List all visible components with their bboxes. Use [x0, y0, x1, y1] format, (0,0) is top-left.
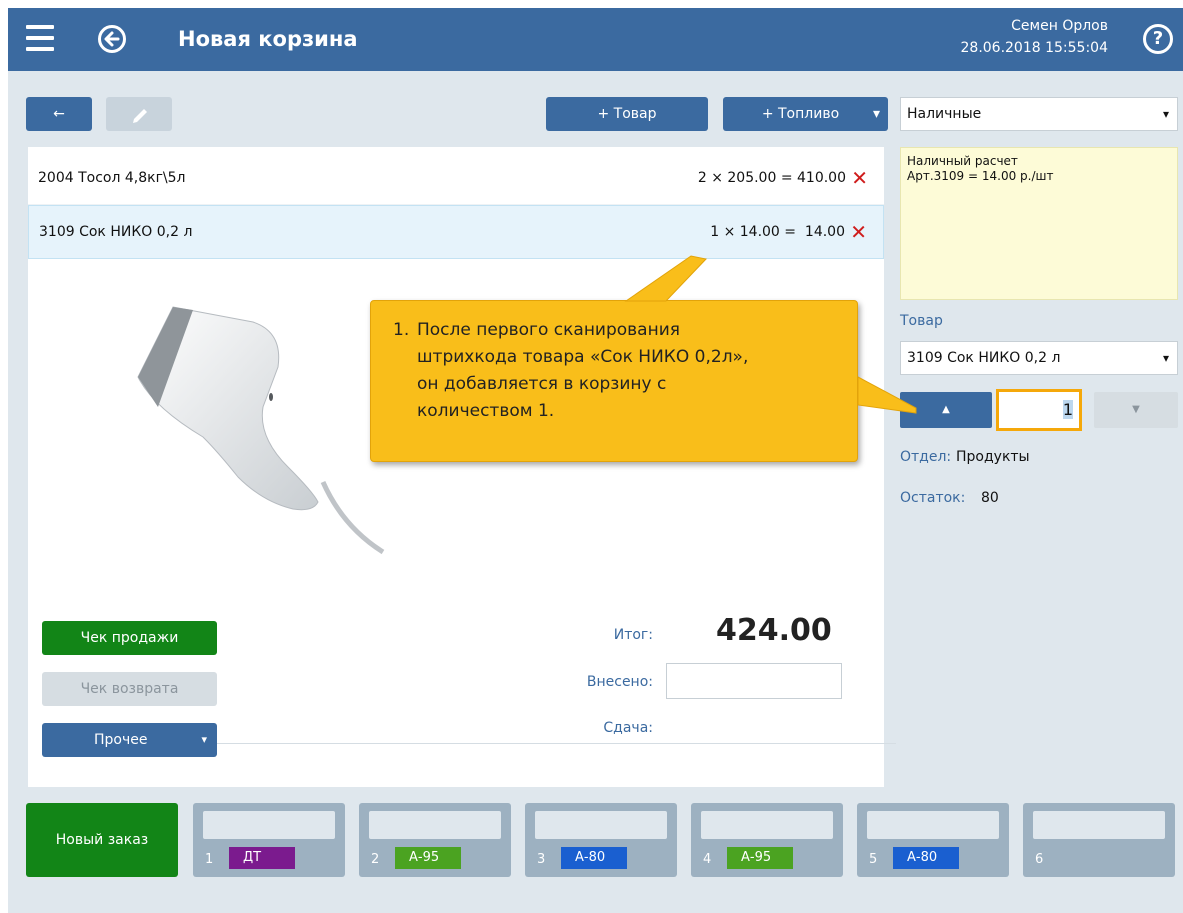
quantity-value: 1	[1062, 400, 1073, 419]
cart-row[interactable]: 2004 Тосол 4,8кг\5л 2 × 205.00 = 410.00 …	[28, 151, 884, 205]
product-select-value: 3109 Сок НИКО 0,2 л	[907, 350, 1061, 366]
cart-item-calc: 2 × 205.00 = 410.00	[697, 170, 846, 186]
add-fuel-label: + Топливо	[761, 106, 840, 122]
fuel-badge: ДТ	[229, 847, 295, 869]
back-circle-icon[interactable]	[98, 25, 126, 53]
new-order-button[interactable]: Новый заказ	[26, 803, 178, 877]
total-label: Итог:	[613, 627, 653, 643]
callout-line: После первого сканирования	[417, 320, 680, 340]
order-slot	[1033, 811, 1165, 839]
order-tab-5[interactable]: 5 А-80	[857, 803, 1009, 877]
delete-icon[interactable]: ✕	[851, 166, 868, 190]
app-window: Новая корзина Семен Орлов 28.06.2018 15:…	[8, 8, 1183, 913]
stock-value: 80	[981, 490, 999, 506]
quantity-decrease-button[interactable]: ▼	[1094, 392, 1178, 428]
info-note: Наличный расчет Арт.3109 = 14.00 р./шт	[900, 147, 1178, 300]
cart-item-name: 2004 Тосол 4,8кг\5л	[38, 170, 186, 186]
order-slot	[535, 811, 667, 839]
callout-line: количеством 1.	[417, 401, 555, 421]
payment-select[interactable]: Наличные ▾	[900, 97, 1178, 131]
chevron-down-icon: ▾	[1162, 351, 1169, 365]
delete-icon[interactable]: ✕	[850, 220, 867, 244]
cart-row-selected[interactable]: 3109 Сок НИКО 0,2 л 1 × 14.00 = 14.00 ✕	[28, 205, 884, 259]
callout-line: он добавляется в корзину с	[417, 374, 667, 394]
note-line: Наличный расчет	[907, 154, 1018, 168]
chevron-down-icon: ▾	[201, 733, 207, 746]
barcode-scanner-image	[137, 306, 385, 555]
order-number: 2	[371, 852, 380, 867]
order-number: 3	[537, 852, 546, 867]
change-label: Сдача:	[603, 720, 653, 736]
back-button[interactable]: ←	[26, 97, 92, 131]
chevron-down-icon: ▾	[872, 106, 880, 122]
paid-input[interactable]	[666, 663, 842, 699]
return-receipt-button[interactable]: Чек возврата	[42, 672, 217, 706]
product-label: Товар	[900, 313, 943, 329]
help-icon[interactable]: ?	[1143, 24, 1173, 54]
order-tab-6[interactable]: 6	[1023, 803, 1175, 877]
paid-label: Внесено:	[586, 674, 653, 690]
order-slot	[369, 811, 501, 839]
cart-item-calc: 1 × 14.00 = 14.00	[710, 224, 845, 240]
department-label: Отдел:	[900, 449, 952, 465]
sale-receipt-button[interactable]: Чек продажи	[42, 621, 217, 655]
other-button[interactable]: Прочее ▾	[42, 723, 217, 757]
menu-icon[interactable]	[26, 25, 54, 51]
department-value: Продукты	[956, 449, 1030, 465]
datetime: 28.06.2018 15:55:04	[960, 40, 1109, 56]
payment-select-value: Наличные	[907, 106, 982, 122]
total-value: 424.00	[716, 613, 832, 648]
order-number: 6	[1035, 852, 1044, 867]
pencil-icon	[133, 109, 147, 123]
product-select[interactable]: 3109 Сок НИКО 0,2 л ▾	[900, 341, 1178, 375]
callout-number: 1.	[393, 320, 410, 340]
callout-line: штрихкода товара «Сок НИКО 0,2л»,	[417, 347, 749, 367]
stock-label: Остаток:	[900, 490, 966, 506]
callout-pointer	[624, 255, 917, 414]
order-tab-2[interactable]: 2 А-95	[359, 803, 511, 877]
order-number: 4	[703, 852, 712, 867]
arrow-left-icon: ←	[53, 106, 65, 122]
edit-button[interactable]	[106, 97, 172, 131]
order-tab-4[interactable]: 4 А-95	[691, 803, 843, 877]
page-title: Новая корзина	[178, 27, 358, 51]
user-name: Семен Орлов	[1011, 18, 1108, 34]
quantity-input[interactable]: 1	[996, 389, 1082, 431]
order-number: 5	[869, 852, 878, 867]
chevron-down-icon: ▾	[1162, 107, 1169, 121]
other-label: Прочее	[94, 732, 148, 748]
add-fuel-button[interactable]: + Топливо ▾	[723, 97, 888, 131]
order-slot	[701, 811, 833, 839]
order-tab-3[interactable]: 3 А-80	[525, 803, 677, 877]
add-item-button[interactable]: + Товар	[546, 97, 708, 131]
app-header: Новая корзина Семен Орлов 28.06.2018 15:…	[8, 8, 1183, 71]
fuel-badge: А-95	[395, 847, 461, 869]
order-slot	[203, 811, 335, 839]
order-slot	[867, 811, 999, 839]
note-line: Арт.3109 = 14.00 р./шт	[907, 169, 1054, 183]
fuel-badge: А-80	[893, 847, 959, 869]
order-tab-1[interactable]: 1 ДТ	[193, 803, 345, 877]
fuel-badge: А-80	[561, 847, 627, 869]
fuel-badge: А-95	[727, 847, 793, 869]
tutorial-callout: 1. После первого сканирования штрихкода …	[370, 255, 917, 462]
cart-item-name: 3109 Сок НИКО 0,2 л	[39, 224, 193, 240]
order-number: 1	[205, 852, 214, 867]
cart-panel: 2004 Тосол 4,8кг\5л 2 × 205.00 = 410.00 …	[28, 147, 896, 787]
